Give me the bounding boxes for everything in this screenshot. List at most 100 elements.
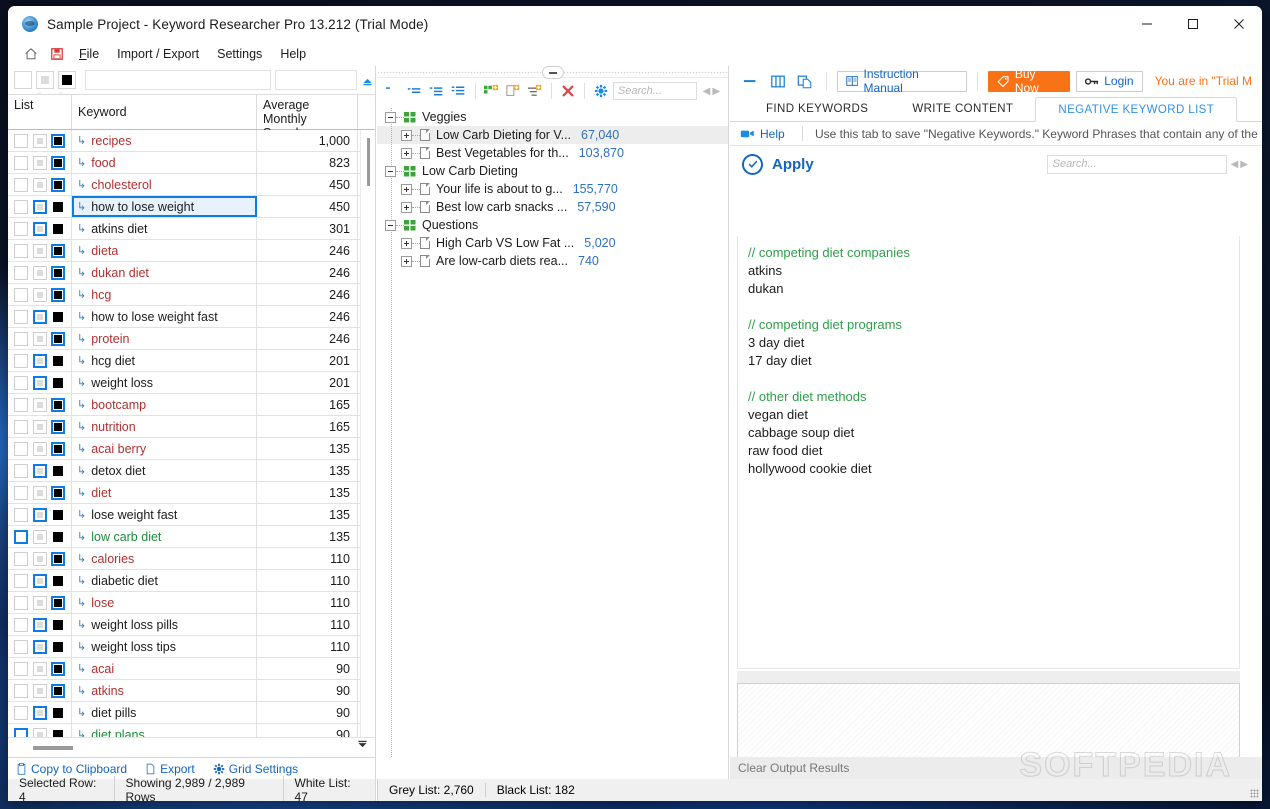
black-list-checkbox[interactable]: [51, 419, 65, 434]
black-list-checkbox[interactable]: [51, 618, 65, 632]
grey-list-checkbox[interactable]: [32, 705, 47, 720]
tree-item-node[interactable]: High Carb VS Low Fat ... 5,020: [377, 234, 728, 252]
add-group-icon[interactable]: [482, 81, 502, 101]
tab-find-keywords[interactable]: FIND KEYWORDS: [744, 96, 890, 121]
black-list-checkbox[interactable]: [51, 640, 65, 654]
tree-item-node[interactable]: Best Vegetables for th... 103,870: [377, 144, 728, 162]
grey-list-checkbox[interactable]: [32, 573, 47, 588]
black-list-checkbox[interactable]: [51, 728, 65, 737]
row-keyword-cell[interactable]: ↳ how to lose weight: [72, 196, 257, 217]
tree-item-node[interactable]: Your life is about to g... 155,770: [377, 180, 728, 198]
minimize-button[interactable]: [1124, 6, 1170, 42]
black-list-checkbox[interactable]: [51, 155, 65, 170]
grey-list-checkbox[interactable]: [32, 155, 47, 170]
tree-search-input[interactable]: Search...: [612, 82, 697, 100]
row-keyword-cell[interactable]: ↳ cholesterol: [72, 174, 257, 195]
tree-item-node[interactable]: Low Carb Dieting for V... 67,040: [377, 126, 728, 144]
editor-comment-line[interactable]: // competing diet companies: [748, 244, 1229, 262]
white-list-checkbox[interactable]: [14, 485, 28, 500]
login-button[interactable]: Login: [1076, 70, 1143, 92]
grid-settings-button[interactable]: Grid Settings: [213, 762, 298, 776]
white-list-checkbox[interactable]: [14, 287, 28, 302]
grey-list-checkbox[interactable]: [32, 507, 47, 522]
grey-list-checkbox[interactable]: [32, 441, 47, 456]
row-keyword-cell[interactable]: ↳ acai: [72, 658, 257, 679]
table-row[interactable]: ↳ lose 110: [8, 592, 375, 614]
black-list-checkbox[interactable]: [51, 508, 65, 522]
column-header-avg-monthly-searches[interactable]: Average Monthly Searches: [257, 95, 358, 140]
row-keyword-cell[interactable]: ↳ diabetic diet: [72, 570, 257, 591]
editor-vertical-scrollbar[interactable]: [1244, 236, 1258, 669]
black-list-checkbox[interactable]: [51, 222, 65, 236]
grey-list-checkbox[interactable]: [32, 397, 47, 412]
gear-icon[interactable]: [591, 81, 611, 101]
copy-to-clipboard-button[interactable]: Copy to Clipboard: [16, 762, 127, 776]
column-header-keyword[interactable]: Keyword: [72, 95, 257, 129]
row-keyword-cell[interactable]: ↳ atkins: [72, 680, 257, 701]
grey-list-checkbox[interactable]: [32, 199, 47, 214]
grey-list-checkbox[interactable]: [32, 353, 47, 368]
help-button[interactable]: Help: [730, 127, 802, 141]
table-row[interactable]: ↳ diet plans 90: [8, 724, 375, 737]
row-keyword-cell[interactable]: ↳ diet pills: [72, 702, 257, 723]
black-list-checkbox[interactable]: [51, 485, 65, 500]
table-row[interactable]: ↳ cholesterol 450: [8, 174, 375, 196]
white-list-checkbox[interactable]: [14, 397, 28, 412]
keyword-filter-input[interactable]: [85, 70, 271, 90]
row-keyword-cell[interactable]: ↳ detox diet: [72, 460, 257, 481]
expand-plus-icon[interactable]: [401, 201, 412, 213]
grey-list-checkbox[interactable]: [32, 683, 47, 698]
row-keyword-cell[interactable]: ↳ diet: [72, 482, 257, 503]
table-row[interactable]: ↳ diabetic diet 110: [8, 570, 375, 592]
white-list-checkbox[interactable]: [14, 683, 28, 698]
table-row[interactable]: ↳ acai berry 135: [8, 438, 375, 460]
add-line-icon[interactable]: [525, 81, 545, 101]
white-list-checkbox[interactable]: [14, 595, 28, 610]
white-list-checkbox[interactable]: [14, 375, 28, 390]
black-list-checkbox[interactable]: [51, 464, 65, 478]
grey-list-checkbox[interactable]: [32, 221, 47, 236]
table-row[interactable]: ↳ how to lose weight 450: [8, 196, 375, 218]
row-keyword-cell[interactable]: ↳ nutrition: [72, 416, 257, 437]
white-list-checkbox[interactable]: [14, 463, 28, 478]
row-keyword-cell[interactable]: ↳ lose weight fast: [72, 504, 257, 525]
expand-plus-icon[interactable]: [401, 147, 412, 159]
row-keyword-cell[interactable]: ↳ atkins diet: [72, 218, 257, 239]
black-list-checkbox[interactable]: [51, 243, 65, 258]
secondary-filter-input[interactable]: [275, 70, 357, 90]
black-list-checkbox[interactable]: [51, 331, 65, 346]
row-keyword-cell[interactable]: ↳ weight loss tips: [72, 636, 257, 657]
check-circle-icon[interactable]: [742, 153, 763, 175]
panel-collapse-button[interactable]: [541, 66, 564, 79]
row-keyword-cell[interactable]: ↳ calories: [72, 548, 257, 569]
row-keyword-cell[interactable]: ↳ weight loss: [72, 372, 257, 393]
grey-list-checkbox[interactable]: [32, 639, 47, 654]
table-row[interactable]: ↳ detox diet 135: [8, 460, 375, 482]
collapse-minus-icon[interactable]: [385, 219, 396, 231]
columns-view-icon[interactable]: [767, 70, 788, 92]
white-list-checkbox[interactable]: [14, 727, 28, 737]
black-list-checkbox[interactable]: [51, 397, 65, 412]
expand-level-2-icon[interactable]: [427, 81, 447, 101]
white-list-checkbox[interactable]: [14, 155, 28, 170]
editor-keyword-line[interactable]: 17 day diet: [748, 352, 1229, 370]
table-row[interactable]: ↳ recipes 1,000: [8, 130, 375, 152]
row-keyword-cell[interactable]: ↳ hcg: [72, 284, 257, 305]
grey-list-filter-toggle[interactable]: ▫▫: [36, 71, 54, 97]
row-keyword-cell[interactable]: ↳ hcg diet: [72, 350, 257, 371]
editor-comment-line[interactable]: // competing diet programs: [748, 316, 1229, 334]
table-row[interactable]: ↳ diet 135: [8, 482, 375, 504]
editor-keyword-line[interactable]: dukan: [748, 280, 1229, 298]
editor-keyword-line[interactable]: vegan diet: [748, 406, 1229, 424]
scroll-to-bottom-icon[interactable]: [356, 739, 369, 757]
table-row[interactable]: ↳ low carb diet 135: [8, 526, 375, 548]
row-keyword-cell[interactable]: ↳ food: [72, 152, 257, 173]
row-keyword-cell[interactable]: ↳ dukan diet: [72, 262, 257, 283]
grey-list-checkbox[interactable]: [32, 463, 47, 478]
black-list-checkbox[interactable]: [51, 177, 65, 192]
minimize-dash-icon[interactable]: [740, 70, 761, 92]
table-row[interactable]: ↳ diet pills 90: [8, 702, 375, 724]
editor-keyword-line[interactable]: cabbage soup diet: [748, 424, 1229, 442]
black-list-checkbox[interactable]: [51, 441, 65, 456]
collapse-all-icon[interactable]: [383, 81, 403, 101]
